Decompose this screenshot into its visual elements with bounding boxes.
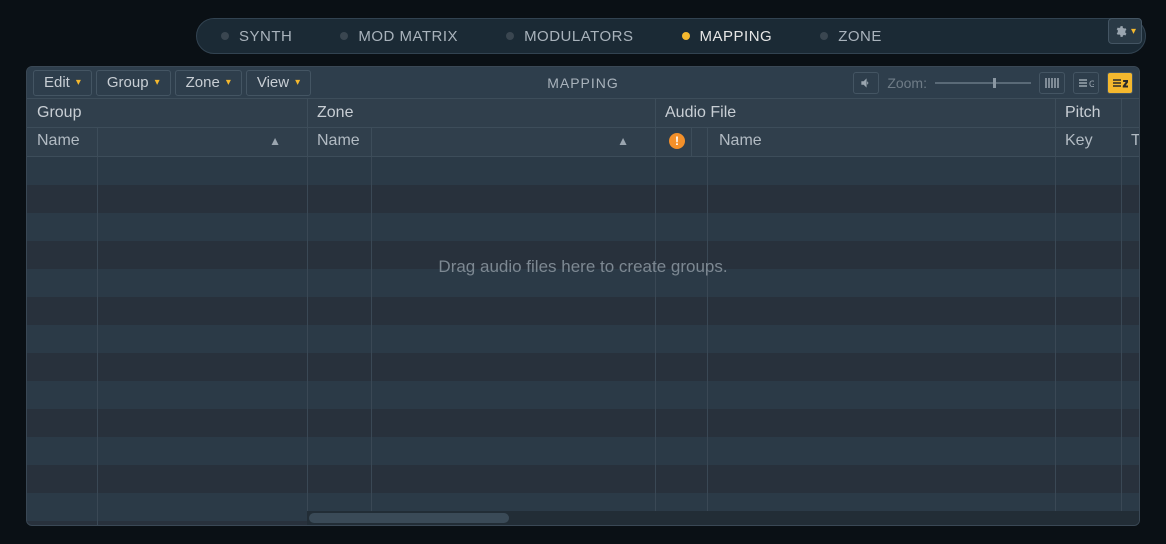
svg-text:Z: Z	[1123, 79, 1128, 89]
zoom-label: Zoom:	[887, 75, 927, 91]
tab-label: MODULATORS	[524, 28, 633, 45]
view-zone-list-button[interactable]: Z	[1107, 72, 1133, 94]
empty-state-text: Drag audio files here to create groups.	[438, 257, 727, 277]
group-list-icon: G	[1078, 77, 1094, 89]
col-divider[interactable]	[691, 127, 692, 156]
tab-mapping[interactable]: MAPPING	[662, 21, 801, 51]
speaker-icon	[859, 76, 873, 90]
zone-list-body[interactable]: Drag audio files here to create groups.	[27, 157, 1139, 525]
col-audiofile-header[interactable]: Audio File	[655, 99, 1055, 127]
col-zone-header[interactable]: Zone	[307, 99, 655, 127]
menu-label: Zone	[186, 74, 220, 91]
col-divider	[707, 157, 708, 525]
col-pitch-key[interactable]: Key	[1055, 127, 1121, 155]
preview-audio-button[interactable]	[853, 72, 879, 94]
menu-label: Edit	[44, 74, 70, 91]
column-headers: Group Zone Audio File Pitch Name ▲ Name …	[27, 99, 1139, 157]
panel-title: MAPPING	[547, 75, 619, 91]
chevron-down-icon: ▾	[226, 77, 231, 88]
col-group-header[interactable]: Group	[27, 99, 307, 127]
view-menu[interactable]: View ▾	[246, 70, 311, 96]
tab-label: MAPPING	[700, 28, 773, 45]
mapping-panel: Edit ▾ Group ▾ Zone ▾ View ▾ MAPPING Zoo…	[26, 66, 1140, 526]
view-keymap-button[interactable]	[1039, 72, 1065, 94]
col-group-name[interactable]: Name ▲	[27, 127, 291, 155]
horizontal-scrollbar[interactable]	[307, 511, 1139, 525]
mapping-toolbar: Edit ▾ Group ▾ Zone ▾ View ▾ MAPPING Zoo…	[27, 67, 1139, 99]
sort-asc-icon: ▲	[269, 134, 281, 148]
col-sub-label: Name	[719, 132, 762, 150]
tab-dot-icon	[820, 32, 828, 40]
tab-dot-icon	[506, 32, 514, 40]
sort-asc-icon: ▲	[617, 134, 629, 148]
chevron-down-icon: ▾	[76, 77, 81, 88]
tab-dot-icon	[340, 32, 348, 40]
chevron-down-icon: ▾	[1131, 26, 1136, 37]
chevron-down-icon: ▾	[295, 77, 300, 88]
tab-modulators[interactable]: MODULATORS	[486, 21, 661, 51]
slider-thumb[interactable]	[993, 78, 996, 88]
scrollbar-thumb[interactable]	[309, 513, 509, 523]
tab-label: ZONE	[838, 28, 882, 45]
slider-track	[935, 82, 1031, 84]
menu-label: View	[257, 74, 289, 91]
main-tabs: SYNTH MOD MATRIX MODULATORS MAPPING ZONE	[196, 18, 1146, 54]
keymap-icon	[1044, 77, 1060, 89]
tab-zone[interactable]: ZONE	[800, 21, 910, 51]
view-group-list-button[interactable]: G	[1073, 72, 1099, 94]
col-sub-label: Name	[37, 132, 80, 150]
toolbar-right: Zoom: G Z	[853, 72, 1133, 94]
col-sub-label: Name	[317, 132, 360, 150]
menu-label: Group	[107, 74, 149, 91]
col-divider	[371, 157, 372, 525]
col-divider	[307, 157, 308, 525]
col-divider[interactable]	[707, 127, 708, 156]
group-menu[interactable]: Group ▾	[96, 70, 171, 96]
chevron-down-icon: ▾	[155, 77, 160, 88]
col-divider	[1121, 157, 1122, 525]
zone-list-icon: Z	[1112, 77, 1128, 89]
gear-icon	[1114, 25, 1127, 38]
zoom-slider[interactable]	[935, 75, 1031, 91]
zone-menu[interactable]: Zone ▾	[175, 70, 242, 96]
col-divider	[1055, 157, 1056, 525]
tab-label: SYNTH	[239, 28, 292, 45]
svg-text:G: G	[1089, 79, 1094, 89]
edit-menu[interactable]: Edit ▾	[33, 70, 92, 96]
tab-dot-icon	[682, 32, 690, 40]
col-pitch-header[interactable]: Pitch	[1055, 99, 1121, 127]
col-zone-name[interactable]: Name ▲	[307, 127, 639, 155]
tab-label: MOD MATRIX	[358, 28, 458, 45]
col-pitch-tune[interactable]: Tu	[1121, 127, 1140, 155]
tab-synth[interactable]: SYNTH	[201, 21, 320, 51]
col-audio-status[interactable]: !	[663, 127, 691, 155]
tab-mod-matrix[interactable]: MOD MATRIX	[320, 21, 486, 51]
col-divider	[655, 157, 656, 525]
col-audio-name[interactable]: Name	[709, 127, 1055, 155]
tab-dot-icon	[221, 32, 229, 40]
warning-icon: !	[669, 133, 685, 149]
col-divider	[97, 157, 98, 525]
settings-menu-button[interactable]: ▾	[1108, 18, 1142, 44]
